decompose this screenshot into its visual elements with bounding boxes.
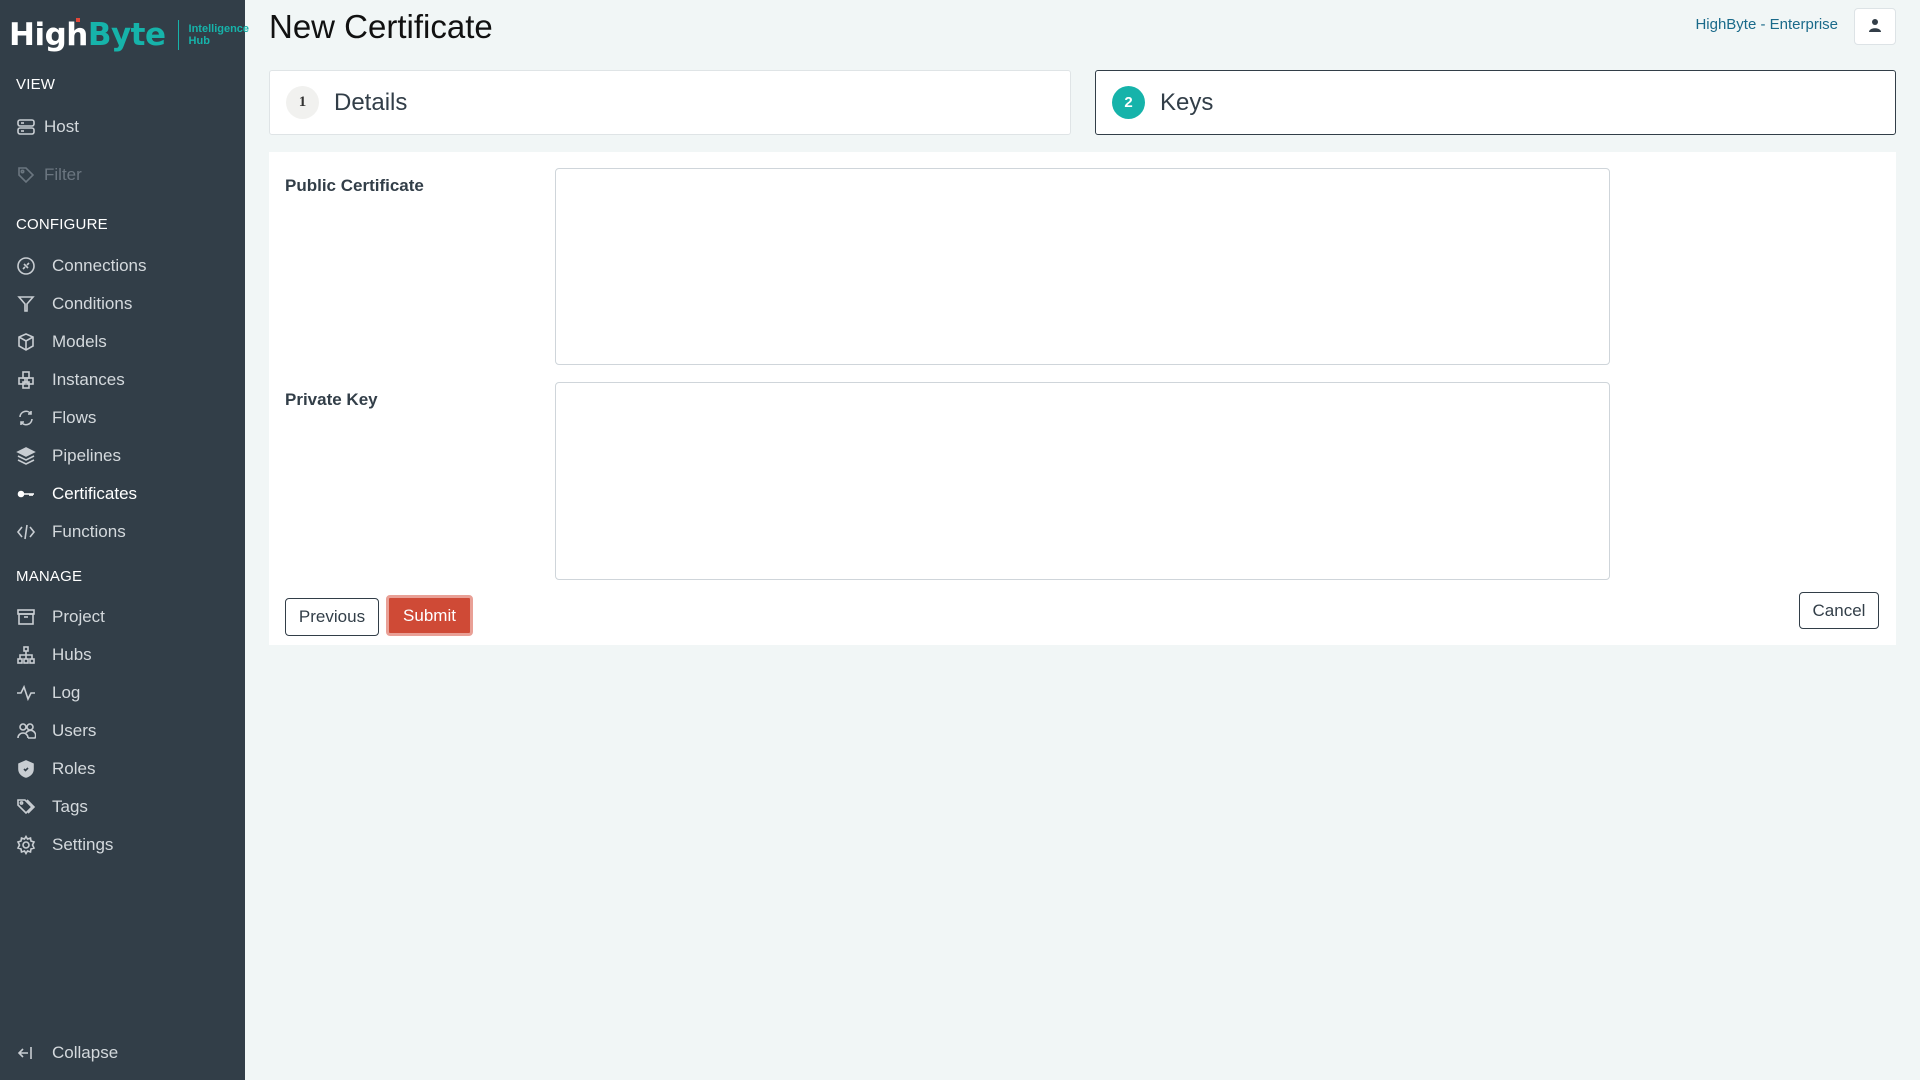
shield-icon [15,758,37,780]
user-menu-button[interactable] [1854,8,1896,45]
sidebar-item-connections[interactable]: Connections [0,250,245,282]
sidebar-item-label: Users [52,721,97,740]
sidebar-item-functions[interactable]: Functions [0,516,245,548]
public-certificate-textarea[interactable] [555,168,1610,365]
activity-icon [15,682,37,704]
sidebar-item-label: Pipelines [52,446,121,465]
tag-icon [15,164,37,186]
private-key-label: Private Key [285,390,378,409]
sidebar-item-label: Roles [52,759,96,778]
sidebar-item-label: Conditions [52,294,133,313]
collapse-sidebar-button[interactable]: Collapse [0,1037,245,1069]
layers-icon [15,445,37,467]
submit-button[interactable]: Submit [386,595,473,636]
previous-button[interactable]: Previous [285,598,379,636]
sidebar-item-models[interactable]: Models [0,326,245,358]
sidebar-item-label: Settings [52,835,114,854]
logo-text-high: High [9,17,88,53]
sync-icon [15,407,37,429]
sidebar-item-label: Hubs [52,645,92,664]
sidebar-item-users[interactable]: Users [0,715,245,747]
gear-icon [15,834,37,856]
collapse-left-icon [15,1042,37,1064]
section-configure: CONFIGURE [16,216,108,233]
logo-text-byte: Byte [87,17,166,53]
sidebar-item-filter[interactable]: Filter [0,159,245,191]
sidebar-item-label: Functions [52,522,126,541]
filter-icon [15,293,37,315]
sidebar-item-log[interactable]: Log [0,677,245,709]
code-icon [15,521,37,543]
sidebar-item-pipelines[interactable]: Pipelines [0,440,245,472]
public-certificate-label: Public Certificate [285,176,424,195]
private-key-textarea[interactable] [555,382,1610,580]
sidebar-item-label: Project [52,607,105,626]
cubes-icon [15,369,37,391]
sidebar-item-roles[interactable]: Roles [0,753,245,785]
step-label: Keys [1160,88,1214,116]
page-title: New Certificate [269,8,493,45]
step-number: 1 [286,86,319,119]
users-icon [15,720,37,742]
sidebar-item-certificates[interactable]: Certificates [0,478,245,510]
key-icon [15,483,37,505]
logo-subtitle-line1: Intelligence [188,23,250,35]
section-view: VIEW [16,76,56,93]
sidebar-item-label: Log [52,683,81,702]
sidebar-item-project[interactable]: Project [0,601,245,633]
logo-subtitle-line2: Hub [188,35,210,47]
cancel-button[interactable]: Cancel [1799,592,1879,629]
sidebar-item-label: Filter [44,165,82,184]
logo-separator [177,20,179,50]
highbyte-logo: HighByte Intelligence Hub [9,17,249,53]
sidebar-item-label: Tags [52,797,88,816]
hierarchy-icon [15,644,37,666]
keys-form-panel: Public Certificate Private Key Previous … [269,152,1896,645]
sidebar-item-settings[interactable]: Settings [0,829,245,861]
sidebar-item-label: Flows [52,408,97,427]
sidebar-item-conditions[interactable]: Conditions [0,288,245,320]
sidebar-item-label: Models [52,332,107,351]
server-icon [15,116,37,138]
sidebar-item-label: Certificates [52,484,138,503]
section-manage: MANAGE [16,568,83,585]
logo-subtitle: Intelligence Hub [189,23,250,47]
sidebar-item-label: Host [44,117,79,136]
sidebar-item-label: Instances [52,370,125,389]
collapse-label: Collapse [52,1043,119,1062]
logo-dot [76,18,80,22]
user-icon [1868,18,1882,35]
sidebar: HighByte Intelligence Hub VIEW Host Filt… [0,0,249,1080]
plug-icon [15,255,37,277]
step-number: 2 [1112,86,1145,119]
sidebar-item-hubs[interactable]: Hubs [0,639,245,671]
sidebar-item-host[interactable]: Host [0,111,245,143]
step-details[interactable]: 1 Details [269,70,1071,135]
tags-icon [15,796,37,818]
cube-icon [15,331,37,353]
organization-name[interactable]: HighByte - Enterprise [1695,16,1838,33]
sidebar-item-label: Connections [52,256,147,275]
sidebar-item-instances[interactable]: Instances [0,364,245,396]
sidebar-item-flows[interactable]: Flows [0,402,245,434]
step-label: Details [334,88,408,116]
archive-icon [15,606,37,628]
sidebar-item-tags[interactable]: Tags [0,791,245,823]
step-keys[interactable]: 2 Keys [1095,70,1896,135]
